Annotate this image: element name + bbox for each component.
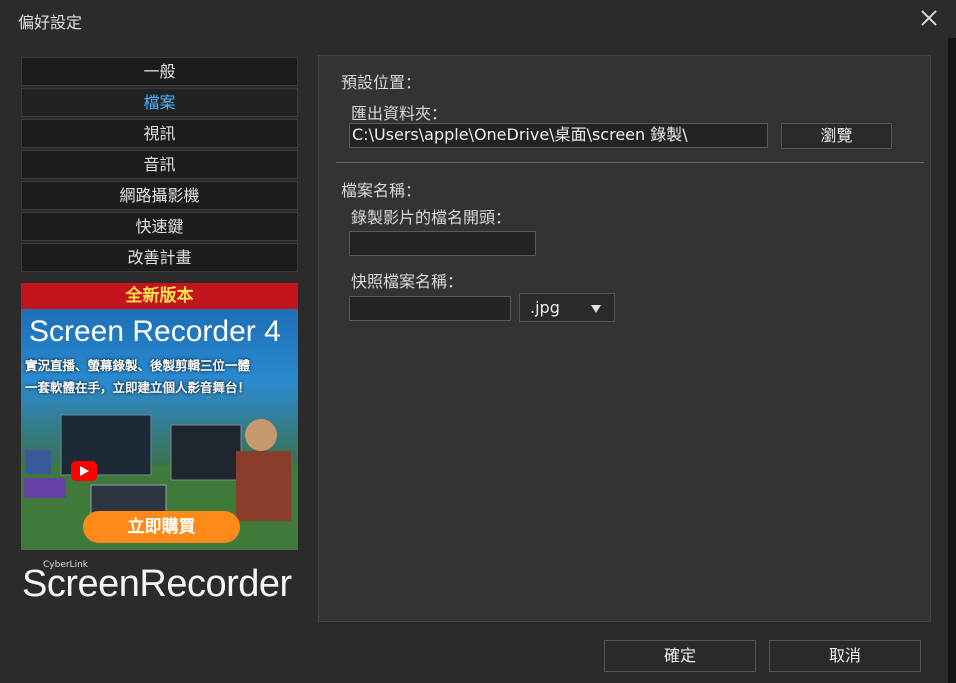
chevron-down-icon (591, 305, 601, 313)
promo-banner[interactable]: 全新版本 Screen Recorder 4 實況直播、螢幕錄製、後製剪輯三位一… (21, 283, 298, 550)
promo-tagline-1: 實況直播、螢幕錄製、後製剪輯三位一體 (25, 358, 251, 373)
brand-product-logo: ScreenRecorder (22, 563, 292, 605)
buy-now-button[interactable]: 立即購買 (83, 511, 240, 543)
section-divider (336, 162, 924, 163)
close-icon[interactable] (920, 9, 938, 27)
default-location-label: 預設位置： (341, 73, 422, 92)
file-name-label: 檔案名稱： (341, 181, 422, 200)
export-folder-label: 匯出資料夾： (351, 104, 448, 123)
snapshot-name-label: 快照檔案名稱： (351, 272, 464, 291)
snapshot-format-select[interactable]: .jpg (519, 293, 615, 322)
cancel-button[interactable]: 取消 (769, 640, 921, 672)
sidebar-item-file[interactable]: 檔案 (21, 88, 298, 117)
promo-top-banner: 全新版本 (21, 283, 298, 309)
sidebar-nav: 一般 檔案 視訊 音訊 網路攝影機 快速鍵 改善計畫 (21, 57, 298, 274)
title-bar: 偏好設定 (0, 0, 956, 38)
file-settings-panel: 預設位置： 匯出資料夾： C:\Users\apple\OneDrive\桌面\… (318, 55, 931, 622)
sidebar-item-general[interactable]: 一般 (21, 57, 298, 86)
snapshot-name-field[interactable] (349, 296, 511, 321)
promo-heading: Screen Recorder 4 (29, 315, 281, 348)
sidebar-item-webcam[interactable]: 網路攝影機 (21, 181, 298, 210)
sidebar-item-improvement[interactable]: 改善計畫 (21, 243, 298, 272)
window-title: 偏好設定 (18, 13, 83, 32)
ok-button[interactable]: 確定 (604, 640, 756, 672)
recording-prefix-field[interactable] (349, 231, 536, 256)
sidebar-item-hotkeys[interactable]: 快速鍵 (21, 212, 298, 241)
browse-button[interactable]: 瀏覽 (781, 123, 892, 149)
sidebar-item-video[interactable]: 視訊 (21, 119, 298, 148)
promo-tagline-2: 一套軟體在手，立即建立個人影音舞台！ (25, 380, 251, 395)
export-folder-field[interactable]: C:\Users\apple\OneDrive\桌面\screen 錄製\ (349, 123, 768, 148)
snapshot-format-value: .jpg (530, 298, 560, 317)
recording-prefix-label: 錄製影片的檔名開頭： (351, 208, 512, 227)
window-edge (948, 38, 956, 683)
sidebar-item-audio[interactable]: 音訊 (21, 150, 298, 179)
promo-image: Screen Recorder 4 實況直播、螢幕錄製、後製剪輯三位一體 一套軟… (21, 309, 298, 550)
